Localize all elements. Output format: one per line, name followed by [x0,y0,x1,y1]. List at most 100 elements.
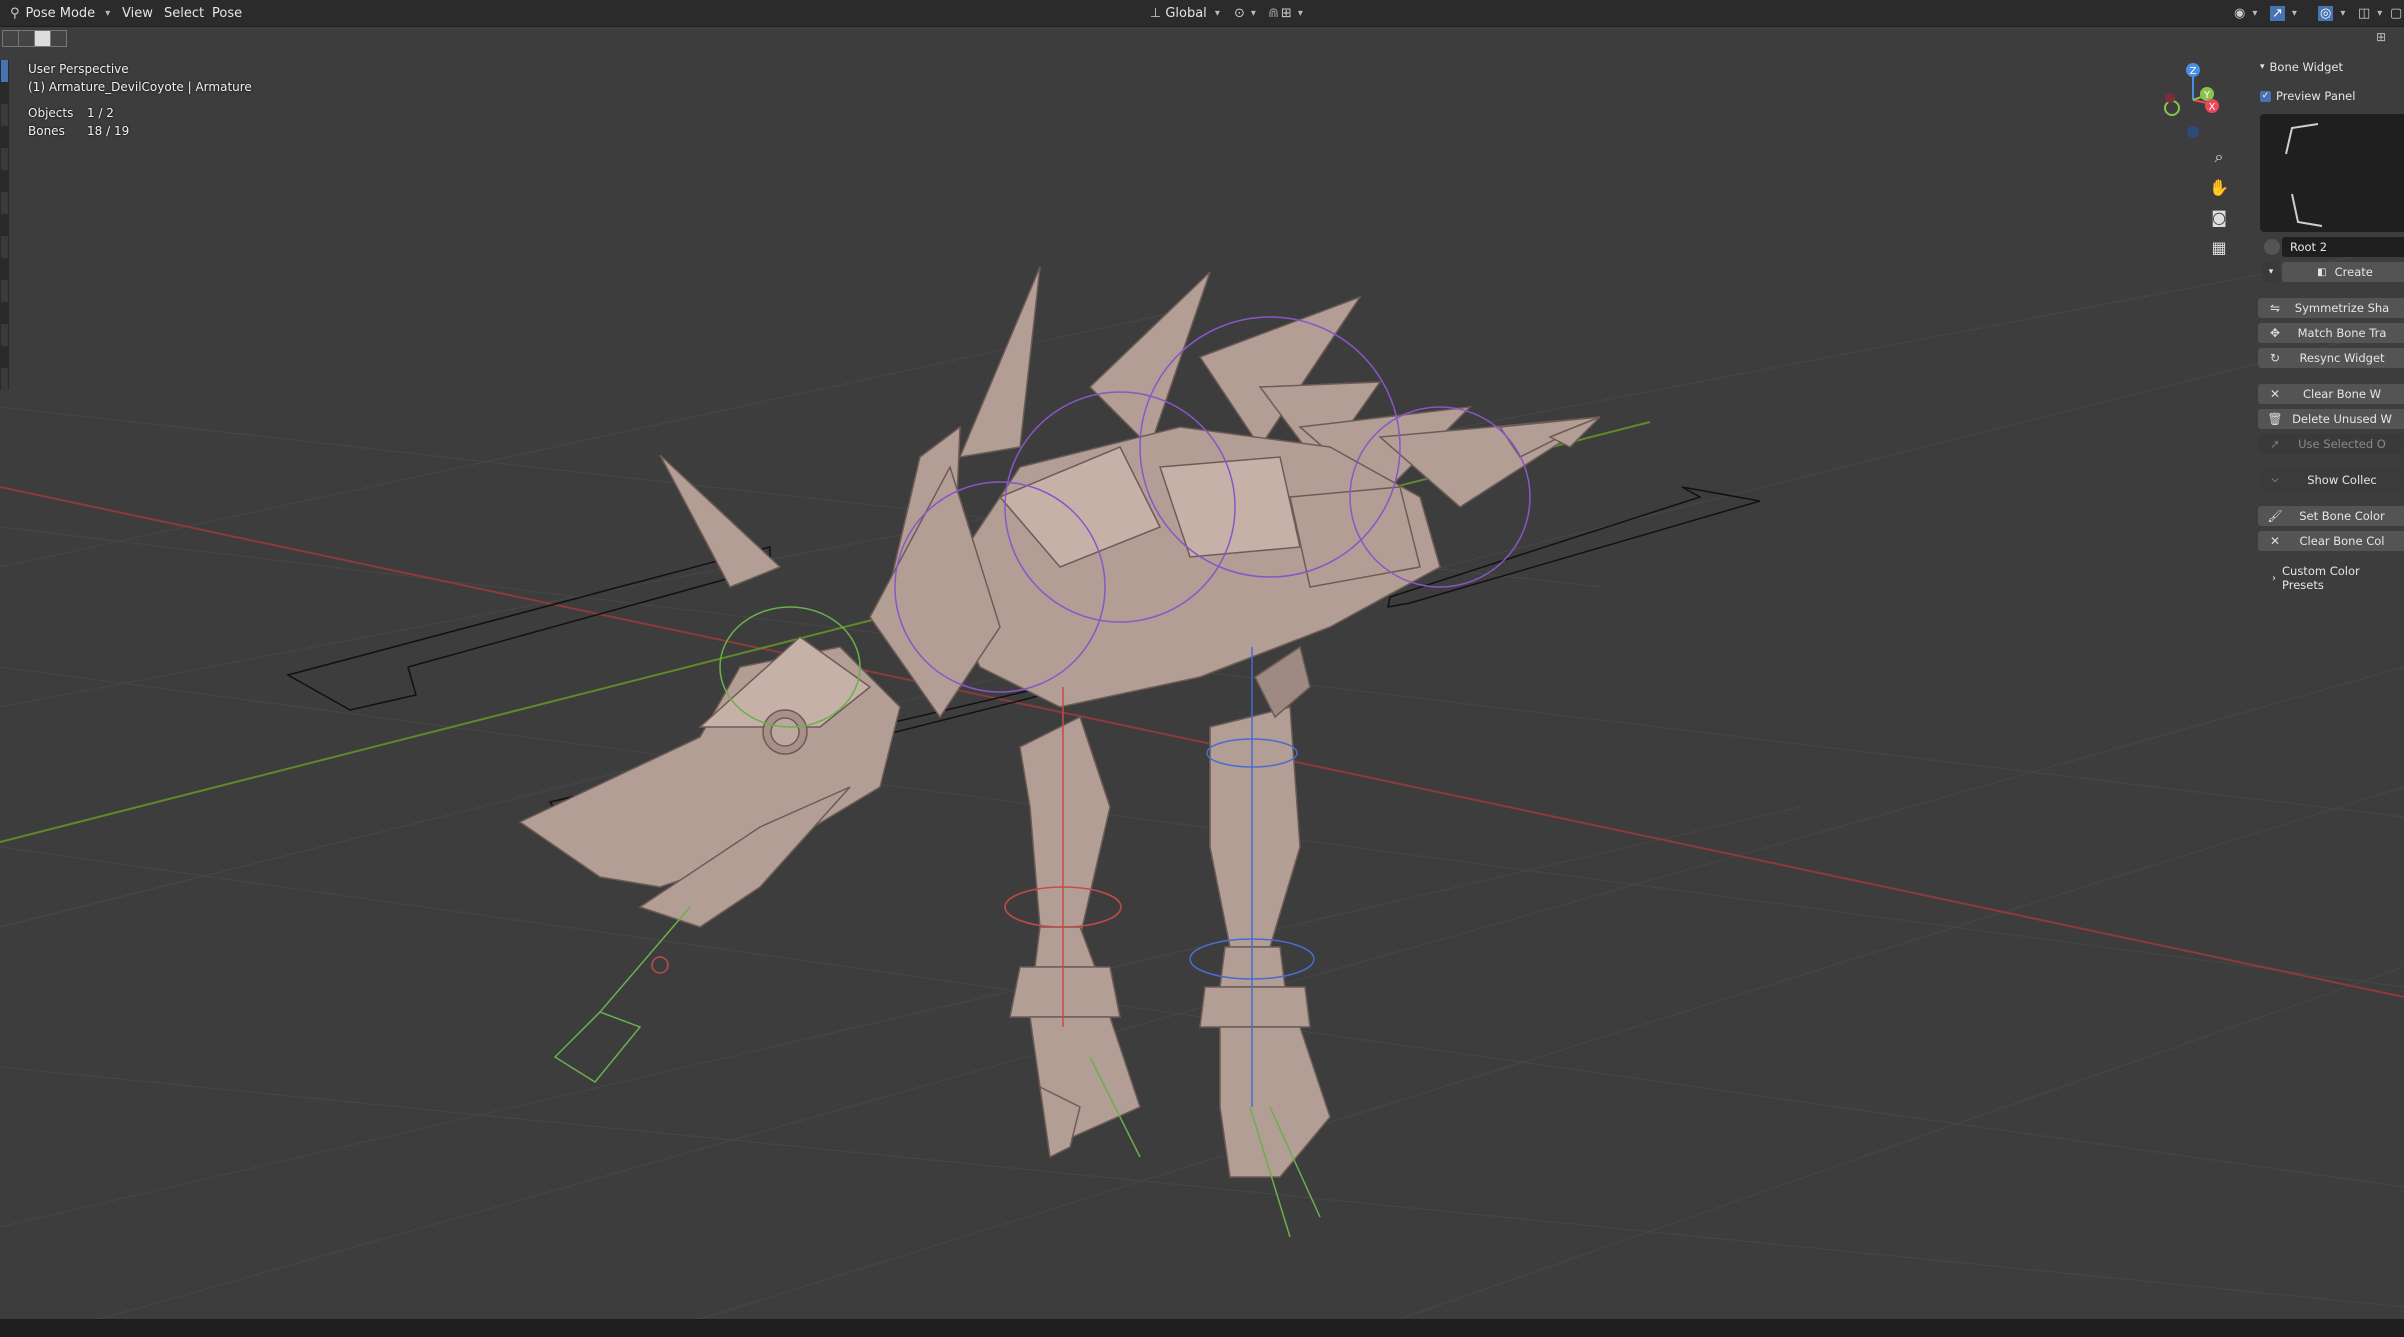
pose-icon: ⚲ [10,6,20,21]
panel-header[interactable]: ▾ Bone Widget [2260,60,2343,74]
resync-row: ↻ Resync Widget [2258,348,2404,368]
stats-label: Bones [28,124,65,138]
grid-icon[interactable]: ▦ [2206,234,2232,260]
gizmo-x-label: X [2209,102,2216,113]
gizmo-neg-z[interactable] [2187,126,2199,138]
select-icon: ➚ [2269,437,2281,451]
chevron-down-icon: ▾ [105,8,111,19]
chevron-down-icon[interactable]: ▾ [2262,262,2280,282]
chevron-right-icon: › [2272,572,2276,584]
status-bar [0,1319,2404,1337]
tool-annotate[interactable] [1,324,8,346]
pivot-point[interactable]: ⊙ ▾ [1234,5,1256,22]
show-collection-row: ⌵ Show Collec [2258,470,2404,490]
zoom-icon[interactable]: ⌕ [2206,144,2232,170]
clear-icon: ✕ [2269,387,2281,401]
use-selected-row: ➚ Use Selected O [2258,434,2404,454]
shading-icon: ▢ [2390,6,2403,21]
perspective-label: User Perspective [28,62,129,76]
match-transform-row: ✥ Match Bone Tra [2258,323,2404,343]
devil-coyote-model [518,266,1601,1178]
checkbox-checked-icon: ✓ [2260,90,2271,102]
color-icon: 🖌 [2267,509,2283,523]
hand-icon[interactable]: ✋ [2206,174,2232,200]
tool-shelf [0,60,9,390]
stats-row-objects: Objects 1 / 2 [28,104,252,122]
widget-name-field[interactable]: Root 2 [2282,237,2404,257]
presets-label: Custom Color Presets [2282,564,2360,592]
clear-icon: ✕ [2269,534,2281,548]
tool-cursor[interactable] [1,104,8,126]
gizmo-neg-x[interactable] [2165,93,2175,103]
set-color-row: 🖌 Set Bone Color [2258,506,2404,526]
object-info-label: (1) Armature_DevilCoyote | Armature [28,80,252,94]
tool-measure[interactable] [1,368,8,390]
tool-rotate[interactable] [1,192,8,214]
symmetrize-icon: ⇋ [2269,301,2281,315]
create-label: Create [2334,265,2373,279]
magnet-icon: ⋒ [1268,6,1279,21]
3d-viewport[interactable] [0,27,2404,1320]
chevron-icon: ⌵ [2271,475,2279,485]
navigation-gizmo[interactable]: Z Y X [2150,60,2230,145]
header-bar: ⚲ Pose Mode ▾ View Select Pose ⊥ Global … [0,0,2404,27]
stats-row-bones: Bones 18 / 19 [28,122,252,140]
trash-icon: 🗑 [2267,412,2283,426]
menu-pose[interactable]: Pose [206,5,248,22]
pivot-icon: ⊙ [1234,6,1245,21]
create-row: ▾ ◧ Create [2258,262,2404,282]
gizmo-y-label: Y [2203,90,2211,101]
gizmo-icon: ↗ [2270,6,2285,21]
xray-icon: ◫ [2358,6,2371,21]
bone-widget-icon [2264,239,2280,255]
stats-label: Objects [28,106,74,120]
match-icon: ✥ [2269,326,2281,340]
tool-move[interactable] [1,148,8,170]
mode-selector[interactable]: ⚲ Pose Mode ▾ [10,5,110,22]
stats-value: 1 / 2 [87,106,114,120]
panel-title: Bone Widget [2269,60,2343,74]
shading-solid-button[interactable]: ▢ [2390,5,2402,22]
clear-widget-row: ✕ Clear Bone W [2258,384,2404,404]
floor-grid [0,246,2404,1320]
transform-orientation[interactable]: ⊥ Global ▾ [1150,5,1220,22]
create-widget-button[interactable]: ◧ Create [2282,262,2404,282]
visibility-toggle[interactable]: ◉ ▾ [2234,5,2257,22]
mode-label: Pose Mode [25,6,96,21]
xray-toggle[interactable]: ◫ ▾ [2358,5,2382,22]
chevron-down-icon: ▾ [2252,8,2258,19]
viewport-info-overlay: User Perspective (1) Armature_DevilCoyot… [28,60,252,140]
orientation-label: Global [1165,6,1207,21]
tool-scale[interactable] [1,236,8,258]
preview-panel-checkbox[interactable]: ✓ Preview Panel [2260,89,2355,103]
gizmo-z-label: Z [2190,66,2197,77]
viewport-scene [0,246,2404,1320]
chevron-down-icon: ▾ [2340,8,2346,19]
gizmo-neg-y[interactable] [2164,100,2180,116]
gizmo-toggle[interactable]: ↗ ▾ [2270,5,2297,22]
scene-stats: Objects 1 / 2 Bones 18 / 19 [28,104,252,140]
eye-icon: ◉ [2234,6,2246,21]
symmetrize-row: ⇋ Symmetrize Sha [2258,298,2404,318]
clear-color-row: ✕ Clear Bone Col [2258,531,2404,551]
chevron-down-icon: ▾ [1214,8,1220,19]
tool-transform[interactable] [1,280,8,302]
widget-name-row: Root 2 [2258,237,2404,257]
snap-target-icon: ⊞ [1280,6,1292,21]
bone-widget-panel: ▾ Bone Widget ✓ Preview Panel Root 2 ▾ ◧… [2254,54,2404,592]
overlay-icon: ◎ [2318,6,2334,21]
resync-icon: ↻ [2269,351,2281,365]
chevron-down-icon: ▾ [1250,8,1256,19]
snap-toggle[interactable]: ⋒ ⊞ ▾ [1268,5,1303,22]
camera-icon[interactable]: ◙ [2206,204,2232,230]
chevron-down-icon: ▾ [2377,8,2383,19]
menu-select[interactable]: Select [158,5,210,22]
widget-preview [2260,114,2404,232]
chevron-down-icon: ▾ [2291,8,2297,19]
tool-select-box[interactable] [1,60,8,82]
menu-view[interactable]: View [116,5,159,22]
overlay-toggle[interactable]: ◎ ▾ [2318,5,2345,22]
custom-color-presets[interactable]: › Custom Color Presets [2272,564,2404,592]
chevron-down-icon: ▾ [1297,8,1303,19]
orientation-icon: ⊥ [1150,6,1162,21]
